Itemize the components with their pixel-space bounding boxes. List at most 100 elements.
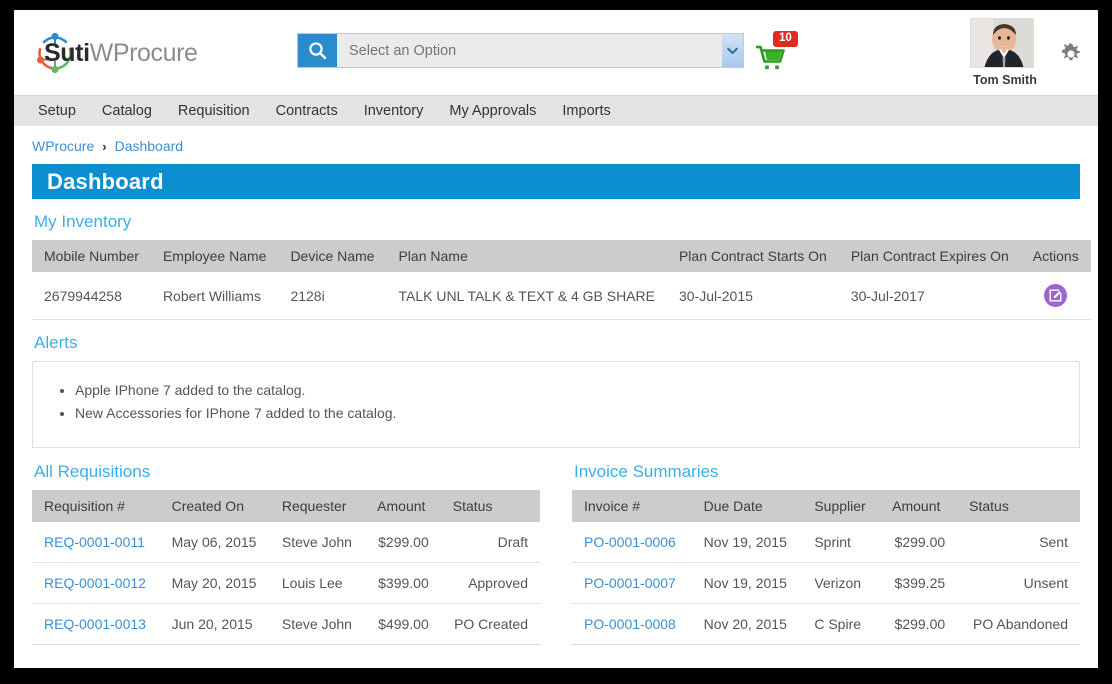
section-title-invoice-summaries: Invoice Summaries <box>574 462 719 481</box>
nav-item-setup[interactable]: Setup <box>38 103 76 119</box>
nav-item-inventory[interactable]: Inventory <box>364 103 424 119</box>
nav-item-imports[interactable]: Imports <box>562 103 610 119</box>
status-badge: Draft <box>440 522 540 563</box>
cell-amount: $399.25 <box>880 562 958 604</box>
col-due-date: Due Date <box>691 490 803 522</box>
table-row: REQ-0001-0013 Jun 20, 2015 Steve John $4… <box>32 603 540 645</box>
table-row: 2679944258 Robert Williams 2128i TALK UN… <box>32 272 1091 320</box>
cell-plan-name: TALK UNL TALK & TEXT & 4 GB SHARE <box>386 272 667 320</box>
col-plan-name: Plan Name <box>386 240 667 272</box>
nav-item-my-approvals[interactable]: My Approvals <box>449 103 536 119</box>
invoice-link[interactable]: PO-0001-0008 <box>584 616 676 632</box>
cell-requisition-number: REQ-0001-0011 <box>32 522 160 563</box>
edit-inventory-button[interactable] <box>1044 284 1068 307</box>
user-profile[interactable]: Tom Smith <box>970 18 1040 87</box>
requisition-link[interactable]: REQ-0001-0012 <box>44 575 146 591</box>
col-employee-name: Employee Name <box>150 240 279 272</box>
cart-count-badge: 10 <box>773 31 798 47</box>
col-created-on: Created On <box>159 490 270 522</box>
page-title: Dashboard <box>32 164 1080 199</box>
section-title-all-requisitions: All Requisitions <box>34 462 151 481</box>
cell-due-date: Nov 19, 2015 <box>691 522 803 563</box>
table-row: REQ-0001-0011 May 06, 2015 Steve John $2… <box>32 522 540 563</box>
cell-requisition-number: REQ-0001-0012 <box>32 562 160 604</box>
nav-item-requisition[interactable]: Requisition <box>178 103 250 119</box>
search-dropdown-toggle[interactable] <box>722 34 743 67</box>
table-row: REQ-0001-0012 May 20, 2015 Louis Lee $39… <box>32 562 540 604</box>
search-button[interactable] <box>298 34 337 67</box>
cell-supplier: Sprint <box>802 522 881 563</box>
invoice-summaries-panel: Invoice Summaries Invoice # Due Date Sup… <box>572 450 1080 645</box>
cell-created-on: Jun 20, 2015 <box>159 603 270 645</box>
status-badge: Unsent <box>957 562 1080 604</box>
main-content: Dashboard My Inventory Mobile Number Emp… <box>14 164 1098 645</box>
profile-name: Tom Smith <box>973 73 1037 87</box>
invoice-summaries-table: Invoice # Due Date Supplier Amount Statu… <box>572 490 1080 645</box>
nav-item-catalog[interactable]: Catalog <box>102 103 152 119</box>
col-status: Status <box>440 490 540 522</box>
table-header-row: Requisition # Created On Requester Amoun… <box>32 490 540 522</box>
col-requisition-number: Requisition # <box>32 490 160 522</box>
cell-amount: $299.00 <box>880 522 958 563</box>
col-actions: Actions <box>1020 240 1091 272</box>
table-header-row: Mobile Number Employee Name Device Name … <box>32 240 1091 272</box>
settings-button[interactable] <box>1060 42 1082 70</box>
main-navigation: Setup Catalog Requisition Contracts Inve… <box>14 95 1098 126</box>
all-requisitions-panel: All Requisitions Requisition # Created O… <box>32 450 540 645</box>
global-search[interactable] <box>297 33 744 68</box>
cell-requester: Steve John <box>269 603 366 645</box>
brand-name-bold: Suti <box>44 38 90 67</box>
breadcrumb-separator-icon: › <box>102 138 107 154</box>
cell-created-on: May 06, 2015 <box>159 522 270 563</box>
cell-invoice-number: PO-0001-0008 <box>572 603 692 645</box>
col-invoice-number: Invoice # <box>572 490 692 522</box>
cell-actions <box>1020 272 1091 320</box>
table-row: PO-0001-0007 Nov 19, 2015 Verizon $399.2… <box>572 562 1080 604</box>
cell-requisition-number: REQ-0001-0013 <box>32 603 160 645</box>
table-row: PO-0001-0006 Nov 19, 2015 Sprint $299.00… <box>572 522 1080 563</box>
requisition-link[interactable]: REQ-0001-0013 <box>44 616 146 632</box>
section-title-alerts: Alerts <box>34 333 78 352</box>
breadcrumb-current: Dashboard <box>114 138 184 154</box>
cell-requester: Louis Lee <box>269 562 366 604</box>
cell-mobile-number: 2679944258 <box>32 272 151 320</box>
cell-amount: $299.00 <box>365 522 441 563</box>
cell-device-name: 2128i <box>278 272 387 320</box>
brand-name-rest: WProcure <box>89 38 198 67</box>
status-badge: PO Abandoned <box>957 603 1080 645</box>
my-inventory-table: Mobile Number Employee Name Device Name … <box>32 240 1091 320</box>
alerts-list: Apple IPhone 7 added to the catalog. New… <box>75 379 1079 425</box>
col-plan-starts-on: Plan Contract Starts On <box>666 240 839 272</box>
cell-supplier: Verizon <box>802 562 881 604</box>
search-icon <box>309 42 327 60</box>
col-plan-expires-on: Plan Contract Expires On <box>838 240 1021 272</box>
chevron-down-icon <box>727 47 738 54</box>
bottom-tables: All Requisitions Requisition # Created O… <box>32 450 1080 645</box>
table-header-row: Invoice # Due Date Supplier Amount Statu… <box>572 490 1080 522</box>
breadcrumb-root[interactable]: WProcure <box>32 138 94 154</box>
all-requisitions-table: Requisition # Created On Requester Amoun… <box>32 490 540 645</box>
cell-plan-expires-on: 30-Jul-2017 <box>838 272 1021 320</box>
cell-employee-name: Robert Williams <box>150 272 279 320</box>
nav-item-contracts[interactable]: Contracts <box>276 103 338 119</box>
search-input[interactable] <box>337 34 722 67</box>
invoice-link[interactable]: PO-0001-0006 <box>584 534 676 550</box>
brand-logo[interactable]: SutiWProcure <box>32 30 198 76</box>
cell-invoice-number: PO-0001-0007 <box>572 562 692 604</box>
requisition-link[interactable]: REQ-0001-0011 <box>44 534 145 550</box>
table-row: PO-0001-0008 Nov 20, 2015 C Spire $299.0… <box>572 603 1080 645</box>
col-device-name: Device Name <box>278 240 387 272</box>
col-amount: Amount <box>880 490 958 522</box>
col-mobile-number: Mobile Number <box>32 240 151 272</box>
avatar <box>970 18 1034 68</box>
window-frame: SutiWProcure 10 <box>0 0 1112 684</box>
cell-supplier: C Spire <box>802 603 881 645</box>
status-badge: Sent <box>957 522 1080 563</box>
cell-amount: $399.00 <box>365 562 441 604</box>
shopping-cart-button[interactable]: 10 <box>749 31 809 76</box>
col-requester: Requester <box>269 490 366 522</box>
invoice-link[interactable]: PO-0001-0007 <box>584 575 676 591</box>
brand-wordmark: SutiWProcure <box>44 39 198 68</box>
list-item: New Accessories for IPhone 7 added to th… <box>75 402 1079 425</box>
app-header: SutiWProcure 10 <box>14 10 1098 95</box>
